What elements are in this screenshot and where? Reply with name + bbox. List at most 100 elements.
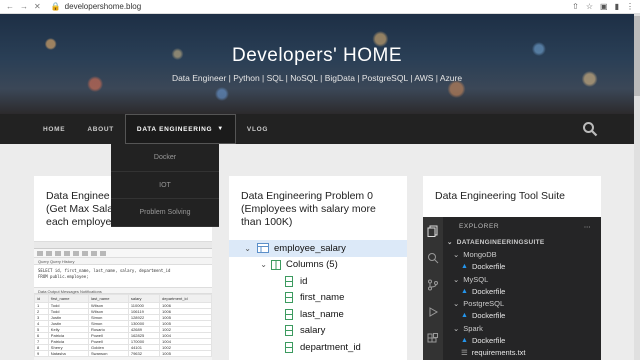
column-header: department_id bbox=[159, 294, 212, 303]
post-title[interactable]: Data Engineering Problem 0 (Employees wi… bbox=[229, 176, 407, 229]
chevron-down-icon: ⌄ bbox=[260, 260, 267, 270]
activity-bar bbox=[423, 217, 443, 360]
tree-column-item[interactable]: id bbox=[229, 273, 407, 290]
file-label: Dockerfile bbox=[471, 311, 506, 321]
sql-line-2: FROM public.employee; bbox=[38, 273, 89, 279]
nav-about[interactable]: ABOUT bbox=[76, 114, 125, 144]
explorer-folder[interactable]: ⌄ PostgreSQL bbox=[443, 297, 601, 309]
lock-icon: 🔒 bbox=[50, 2, 61, 11]
close-icon[interactable]: ✕ bbox=[34, 2, 41, 11]
explorer-header: EXPLORER ⋯ bbox=[443, 217, 601, 236]
tree-table-row[interactable]: ⌄ employee_salary bbox=[229, 240, 407, 257]
table-row: 9 Natasha Swanson 79632 1005 bbox=[34, 350, 212, 357]
chevron-down-icon: ⌄ bbox=[244, 243, 251, 253]
folder-label: MongoDB bbox=[463, 249, 497, 259]
column-icon bbox=[285, 341, 293, 353]
explorer-file[interactable]: ▲ Dockerfile bbox=[443, 285, 601, 297]
explorer-folder[interactable]: ⌄ MySQL bbox=[443, 273, 601, 285]
table-cell: Natasha bbox=[47, 350, 90, 357]
table-cell: Swanson bbox=[88, 350, 129, 357]
explorer-folder[interactable]: ⌄ Spark bbox=[443, 322, 601, 334]
pgadmin-titlebar bbox=[34, 242, 212, 249]
forward-icon[interactable]: → bbox=[20, 2, 28, 11]
columns-icon bbox=[271, 259, 281, 270]
hero-banner: Developers' HOME Data Engineer | Python … bbox=[0, 14, 634, 114]
text-file-icon: ☰ bbox=[461, 348, 468, 358]
explorer-folder[interactable]: ⌄ MongoDB bbox=[443, 248, 601, 260]
dropdown-item-problem-solving[interactable]: Problem Solving bbox=[111, 199, 219, 227]
column-name: last_name bbox=[300, 308, 344, 320]
share-icon[interactable]: ⇧ bbox=[572, 2, 579, 11]
star-icon[interactable]: ☆ bbox=[586, 2, 593, 11]
tree-column-item[interactable]: last_name bbox=[229, 306, 407, 323]
nav-home[interactable]: HOME bbox=[0, 114, 76, 144]
column-icon bbox=[285, 308, 293, 320]
site-title[interactable]: Developers' HOME bbox=[0, 45, 634, 67]
site-tagline: Data Engineer | Python | SQL | NoSQL | B… bbox=[171, 73, 463, 83]
tree-columns-row[interactable]: ⌄ Columns (5) bbox=[229, 257, 407, 274]
url-text[interactable]: developershome.blog bbox=[65, 2, 142, 11]
docker-icon: ▲ bbox=[461, 287, 468, 295]
sidebar-icon[interactable]: ▮ bbox=[615, 2, 619, 11]
search-icon[interactable] bbox=[582, 121, 598, 137]
nav-data-engineering[interactable]: DATA ENGINEERING ▼ bbox=[124, 114, 236, 144]
pgadmin-screenshot: Query Query History SELECT id, first_nam… bbox=[34, 241, 212, 360]
dropdown-item-iot[interactable]: IOT bbox=[111, 172, 219, 199]
post-card-tool-suite[interactable]: Data Engineering Tool Suite EXPLORER ⋯ ⌄… bbox=[423, 176, 601, 360]
result-table: id first_name last_name salary department_id… bbox=[34, 294, 212, 357]
explorer-title: EXPLORER bbox=[459, 223, 500, 230]
folder-label: MySQL bbox=[463, 274, 489, 284]
caret-down-icon: ▼ bbox=[217, 126, 224, 132]
post-title[interactable]: Data Engineering Tool Suite bbox=[423, 176, 601, 203]
file-label: requirements.txt bbox=[471, 348, 526, 358]
source-control-icon bbox=[423, 271, 443, 298]
post-card-problem-0[interactable]: Data Engineering Problem 0 (Employees wi… bbox=[229, 176, 407, 360]
explorer-file[interactable]: ▲ Dockerfile bbox=[443, 334, 601, 346]
file-label: Dockerfile bbox=[471, 286, 506, 296]
back-icon[interactable]: ← bbox=[6, 2, 14, 11]
tree-column-item[interactable]: first_name bbox=[229, 290, 407, 307]
column-header: id bbox=[34, 294, 49, 303]
column-name: id bbox=[300, 275, 308, 287]
pgadmin-toolbar bbox=[34, 249, 212, 258]
file-label: Dockerfile bbox=[471, 262, 506, 272]
column-header: salary bbox=[127, 294, 161, 303]
folder-label: Spark bbox=[463, 323, 483, 333]
chevron-down-icon: ⌄ bbox=[453, 274, 460, 284]
nav-vlog[interactable]: VLOG bbox=[236, 114, 279, 144]
output-tabs: Data Output Messages Notifications bbox=[34, 287, 212, 294]
explorer-file[interactable]: ▲ Dockerfile bbox=[443, 261, 601, 273]
file-label: Dockerfile bbox=[471, 336, 506, 346]
explorer-root[interactable]: ⌄ DATAENGINEERINGSUITE bbox=[443, 236, 601, 248]
extensions-icon[interactable]: ▣ bbox=[600, 2, 608, 11]
docker-icon: ▲ bbox=[461, 263, 468, 271]
folder-label: PostgreSQL bbox=[463, 299, 505, 309]
tree-column-item[interactable]: department_id bbox=[229, 339, 407, 356]
column-name: salary bbox=[300, 325, 326, 337]
explorer-panel: EXPLORER ⋯ ⌄ DATAENGINEERINGSUITE ⌄ Mongo… bbox=[443, 217, 601, 359]
scrollbar-thumb[interactable] bbox=[634, 16, 640, 96]
tree-column-item[interactable]: salary bbox=[229, 323, 407, 340]
nav-data-engineering-label: DATA ENGINEERING bbox=[136, 125, 213, 133]
columns-label: Columns (5) bbox=[286, 259, 338, 271]
column-name: first_name bbox=[300, 292, 345, 304]
query-tabs: Query Query History bbox=[34, 258, 212, 265]
explorer-file[interactable]: ☰ requirements.txt bbox=[443, 347, 601, 359]
column-icon bbox=[285, 275, 293, 287]
dropdown-item-docker[interactable]: Docker bbox=[111, 144, 219, 172]
chevron-down-icon: ⌄ bbox=[447, 239, 453, 247]
page-scrollbar[interactable] bbox=[634, 14, 640, 360]
column-icon bbox=[285, 325, 293, 337]
explorer-file[interactable]: ▲ Dockerfile bbox=[443, 310, 601, 322]
search-icon bbox=[423, 244, 443, 271]
sql-editor: SELECT id, first_name, last_name, salary… bbox=[34, 265, 212, 287]
docker-icon: ▲ bbox=[461, 312, 468, 320]
vscode-screenshot: EXPLORER ⋯ ⌄ DATAENGINEERINGSUITE ⌄ Mongo… bbox=[423, 217, 601, 360]
chevron-down-icon: ⌄ bbox=[453, 323, 460, 333]
column-header: last_name bbox=[88, 294, 129, 303]
menu-icon[interactable]: ⋮ bbox=[626, 2, 634, 11]
extensions-icon bbox=[423, 325, 443, 352]
files-icon bbox=[423, 217, 443, 244]
browser-toolbar: ← → ✕ 🔒 developershome.blog ⇧ ☆ ▣ ▮ ⋮ bbox=[0, 0, 640, 14]
address-bar[interactable]: 🔒 developershome.blog bbox=[51, 2, 141, 11]
